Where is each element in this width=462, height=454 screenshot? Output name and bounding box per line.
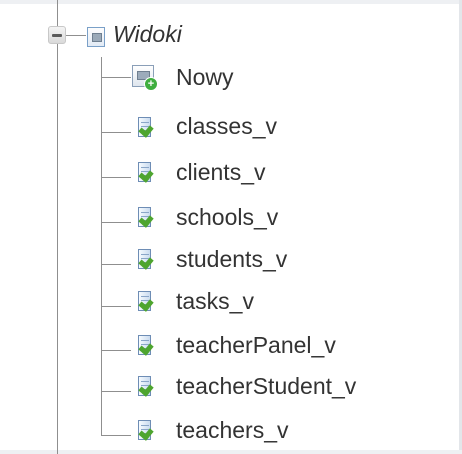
view-icon (134, 420, 156, 442)
view-icon (134, 117, 156, 139)
tree-connector (101, 391, 131, 392)
new-view-icon: + (132, 65, 158, 91)
tree-connector (101, 177, 131, 178)
tree-connector (66, 35, 86, 36)
tree-guide-line-children (101, 57, 102, 435)
tree-item-teacherpanel-v[interactable]: teacherPanel_v (176, 331, 336, 359)
tree-connector (101, 222, 131, 223)
tree-item-new[interactable]: Nowy (176, 63, 234, 91)
collapse-toggle[interactable] (48, 26, 66, 44)
tree-item-classes-v[interactable]: classes_v (176, 112, 277, 140)
tree-item-teachers-v[interactable]: teachers_v (176, 416, 289, 444)
tree-item-schools-v[interactable]: schools_v (176, 203, 278, 231)
tree-item-teacherstudent-v[interactable]: teacherStudent_v (176, 372, 356, 400)
view-icon (134, 376, 156, 398)
tree-connector (101, 350, 131, 351)
tree-connector (101, 132, 131, 133)
view-icon (134, 207, 156, 229)
tree-connector (101, 77, 131, 78)
tree-connector (101, 306, 131, 307)
views-folder-icon (87, 27, 105, 47)
view-icon (134, 335, 156, 357)
tree-guide-line (57, 0, 58, 454)
top-border (0, 0, 462, 4)
view-icon (134, 249, 156, 271)
tree-item-clients-v[interactable]: clients_v (176, 158, 265, 186)
tree-root-label[interactable]: Widoki (113, 20, 182, 48)
tree-connector (101, 264, 131, 265)
tree-item-students-v[interactable]: students_v (176, 245, 287, 273)
bottom-border (0, 450, 462, 454)
tree-connector (101, 435, 131, 436)
minus-icon (52, 33, 62, 37)
view-icon (134, 162, 156, 184)
view-icon (134, 291, 156, 313)
tree-item-tasks-v[interactable]: tasks_v (176, 287, 254, 315)
tree-panel: Widoki + Nowy classes_v clients_v school… (0, 0, 462, 454)
